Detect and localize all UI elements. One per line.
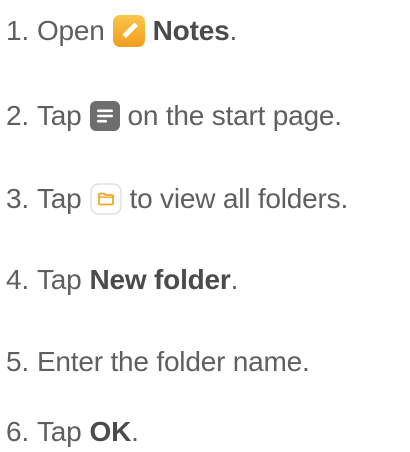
step-3-number: 3. (6, 183, 29, 214)
step-5-number: 5. (6, 346, 29, 377)
step-6-period: . (131, 416, 139, 447)
step-1-period: . (229, 15, 238, 46)
list-menu-icon (89, 101, 120, 131)
step-6-number: 6. (6, 416, 29, 447)
step-6-text: Tap (36, 416, 82, 447)
step-1-text: Open (36, 15, 105, 46)
folder-button-icon (89, 183, 122, 215)
step-5-text: Enter the folder name. (36, 346, 310, 377)
step-2-text-end: on the start page. (127, 100, 343, 131)
step-1-number: 1. (6, 15, 29, 46)
step-3-text: Tap (36, 183, 82, 214)
step-2-text: Tap (36, 100, 82, 131)
step-4-period: . (230, 264, 239, 295)
step-4: 4. Tap New folder . (6, 260, 238, 300)
step-5: 5. Enter the folder name. (6, 342, 310, 382)
instruction-list: 1. Open Notes . 2. Tap on the start page… (0, 0, 410, 451)
step-1: 1. Open Notes . (6, 11, 237, 51)
step-6: 6. Tap OK . (6, 412, 139, 452)
step-3-text-end: to view all folders. (129, 183, 349, 214)
step-2: 2. Tap on the start page. (6, 96, 342, 136)
notes-app-name: Notes (152, 15, 230, 46)
step-3: 3. Tap to view all folders. (6, 179, 348, 219)
ok-label: OK (89, 416, 132, 447)
new-folder-label: New folder (89, 264, 231, 295)
notes-app-icon (112, 15, 145, 47)
step-4-text: Tap (36, 264, 82, 295)
step-2-number: 2. (6, 100, 29, 131)
step-4-number: 4. (6, 264, 29, 295)
